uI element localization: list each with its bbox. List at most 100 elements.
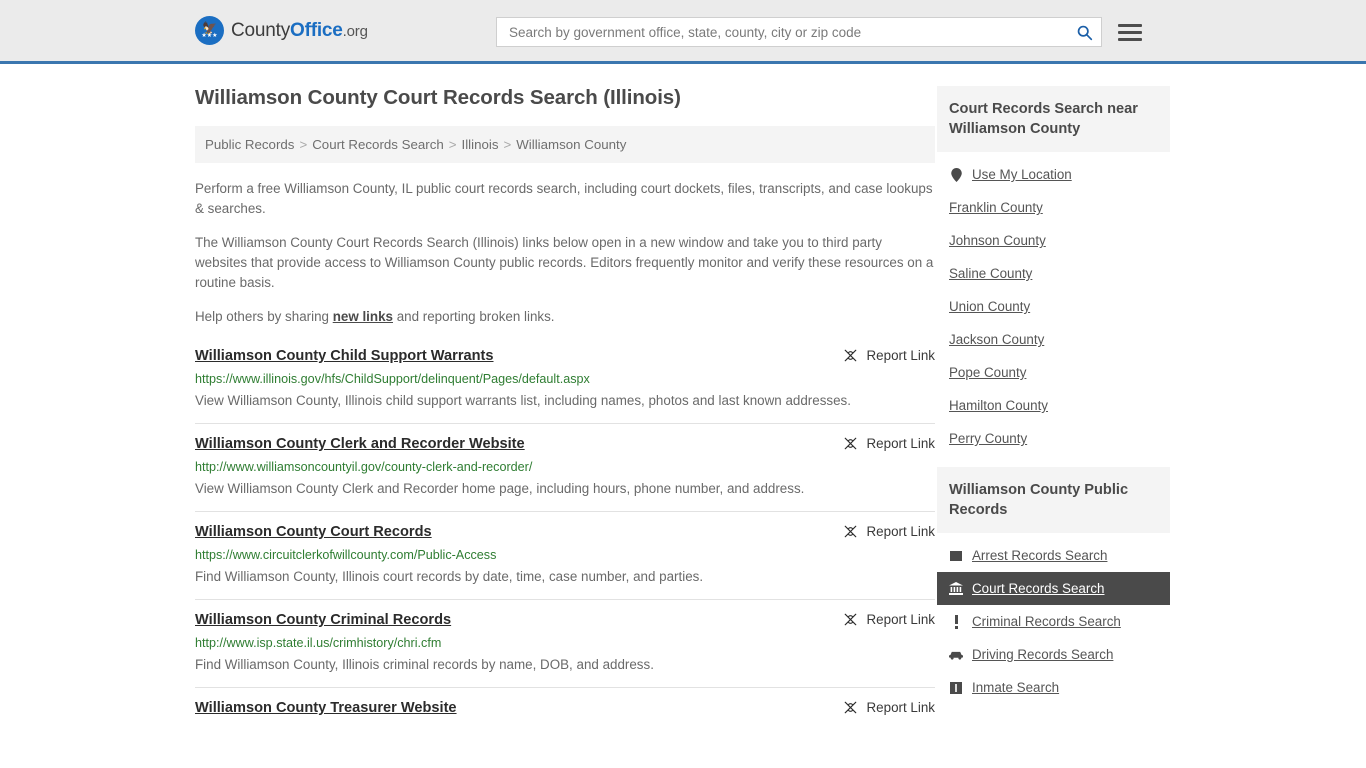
result-list: Williamson County Child Support Warrants…: [195, 341, 935, 733]
broken-link-icon: [844, 613, 856, 626]
courthouse-icon: [949, 582, 963, 596]
sidebar-item-label: Jackson County: [949, 332, 1045, 347]
sidebar-item-johnson-county[interactable]: Johnson County: [937, 224, 1170, 257]
result-url: http://www.isp.state.il.us/crimhistory/c…: [195, 636, 442, 650]
result-title-link[interactable]: Williamson County Treasurer Website: [195, 699, 457, 718]
sidebar-item-pope-county[interactable]: Pope County: [937, 356, 1170, 389]
table-row: Williamson County Child Support Warrants…: [195, 341, 935, 423]
search-icon[interactable]: [1073, 21, 1095, 43]
sidebar-item-label: Driving Records Search: [972, 647, 1114, 662]
breadcrumb: Public Records > Court Records Search > Illi…: [195, 126, 935, 163]
result-title-link[interactable]: Williamson County Clerk and Recorder Web…: [195, 435, 525, 454]
intro-paragraph-2: The Williamson County Court Records Sear…: [195, 235, 934, 290]
result-description: View Williamson County, Illinois child s…: [195, 393, 851, 408]
page-title: Williamson County Court Records Search (…: [195, 86, 681, 109]
breadcrumb-separator: >: [299, 137, 308, 152]
broken-link-icon: [844, 525, 856, 538]
report-link-label: Report Link: [866, 524, 935, 539]
table-row: Williamson County Clerk and Recorder Web…: [195, 423, 935, 511]
sidebar-item-use-my-location[interactable]: Use My Location: [937, 158, 1170, 191]
breadcrumb-item-illinois[interactable]: Illinois: [462, 137, 499, 152]
broken-link-icon: [844, 437, 856, 450]
page-body: Williamson County Court Records Search (…: [0, 64, 1366, 733]
intro-paragraph-3: Help others by sharing new links and rep…: [195, 307, 935, 327]
sidebar-item-label: Perry County: [949, 431, 1028, 446]
report-link-label: Report Link: [866, 700, 935, 715]
sidebar-item-inmate-search[interactable]: Inmate Search: [937, 671, 1170, 704]
main-column: Williamson County Court Records Search (…: [195, 86, 935, 733]
sidebar-item-label: Criminal Records Search: [972, 614, 1121, 629]
breadcrumb-item-williamson-county[interactable]: Williamson County: [516, 137, 626, 152]
sidebar-item-label: Johnson County: [949, 233, 1046, 248]
table-row: Williamson County Treasurer Website Repo…: [195, 687, 935, 733]
result-title-link[interactable]: Williamson County Criminal Records: [195, 611, 451, 630]
sidebar-item-label: Saline County: [949, 266, 1033, 281]
search-box[interactable]: [496, 17, 1102, 47]
sidebar-item-label: Pope County: [949, 365, 1027, 380]
intro-text: Perform a free Williamson County, IL pub…: [195, 179, 935, 327]
table-row: Williamson County Criminal Records Repor…: [195, 599, 935, 687]
sidebar-item-arrest-records-search[interactable]: Arrest Records Search: [937, 539, 1170, 572]
breadcrumb-separator: >: [503, 137, 512, 152]
table-row: Williamson County Court Records Report L…: [195, 511, 935, 599]
result-url: https://www.illinois.gov/hfs/ChildSuppor…: [195, 372, 590, 386]
breadcrumb-item-court-records-search[interactable]: Court Records Search: [312, 137, 444, 152]
public-records-panel: Williamson County Public Records Arrest …: [937, 467, 1170, 704]
intro-paragraph-1: Perform a free Williamson County, IL pub…: [195, 181, 933, 216]
report-link-button[interactable]: Report Link: [843, 611, 935, 627]
report-link-button[interactable]: Report Link: [843, 435, 935, 451]
car-icon: [949, 648, 963, 662]
report-link-button[interactable]: Report Link: [843, 699, 935, 715]
sidebar-item-franklin-county[interactable]: Franklin County: [937, 191, 1170, 224]
sidebar-item-union-county[interactable]: Union County: [937, 290, 1170, 323]
sidebar-item-jackson-county[interactable]: Jackson County: [937, 323, 1170, 356]
sidebar-item-label: Hamilton County: [949, 398, 1048, 413]
broken-link-icon: [844, 349, 856, 362]
public-records-panel-title: Williamson County Public Records: [937, 467, 1170, 533]
result-description: Find Williamson County, Illinois crimina…: [195, 657, 654, 672]
intro-paragraph-3-after: and reporting broken links.: [392, 309, 555, 324]
site-header: 🦅 ★★★ CountyOffice.org: [0, 0, 1366, 64]
report-link-button[interactable]: Report Link: [843, 523, 935, 539]
result-url: https://www.circuitclerkofwillcounty.com…: [195, 548, 497, 562]
intro-paragraph-3-before: Help others by sharing: [195, 309, 333, 324]
result-description: Find Williamson County, Illinois court r…: [195, 569, 704, 584]
result-description: View Williamson County Clerk and Recorde…: [195, 481, 805, 496]
sidebar-item-label: Inmate Search: [972, 680, 1060, 695]
result-title-link[interactable]: Williamson County Court Records: [195, 523, 432, 542]
sidebar-item-court-records-search[interactable]: Court Records Search: [937, 572, 1170, 605]
fingerprint-card-icon: [949, 549, 963, 563]
nearby-courts-panel: Court Records Search near Williamson Cou…: [937, 86, 1170, 455]
broken-link-icon: [844, 701, 856, 714]
site-logo[interactable]: 🦅 ★★★ CountyOffice.org: [195, 16, 368, 45]
sidebar-item-criminal-records-search[interactable]: Criminal Records Search: [937, 605, 1170, 638]
exclamation-icon: [949, 614, 963, 629]
sidebar-item-label: Arrest Records Search: [972, 548, 1108, 563]
new-links-link[interactable]: new links: [333, 309, 393, 324]
report-link-button[interactable]: Report Link: [843, 347, 935, 363]
sidebar-item-label: Union County: [949, 299, 1031, 314]
search-input[interactable]: [507, 19, 1073, 45]
sidebar-item-label: Court Records Search: [972, 581, 1105, 596]
jail-icon: [949, 681, 963, 695]
result-title-link[interactable]: Williamson County Child Support Warrants: [195, 347, 494, 366]
sidebar-item-label: Use My Location: [972, 167, 1072, 182]
sidebar-item-perry-county[interactable]: Perry County: [937, 422, 1170, 455]
sidebar-item-saline-county[interactable]: Saline County: [937, 257, 1170, 290]
public-records-list: Arrest Records Search Court Records Sear…: [937, 533, 1170, 704]
nearby-courts-panel-title: Court Records Search near Williamson Cou…: [937, 86, 1170, 152]
breadcrumb-item-public-records[interactable]: Public Records: [205, 137, 294, 152]
report-link-label: Report Link: [866, 348, 935, 363]
logo-text-office: Office: [290, 19, 343, 41]
sidebar-item-hamilton-county[interactable]: Hamilton County: [937, 389, 1170, 422]
eagle-seal-icon: 🦅 ★★★: [195, 16, 224, 45]
nearby-courts-list: Use My Location Franklin County Johnson …: [937, 152, 1170, 455]
report-link-label: Report Link: [866, 612, 935, 627]
breadcrumb-separator: >: [448, 137, 457, 152]
report-link-label: Report Link: [866, 436, 935, 451]
result-url: http://www.williamsoncountyil.gov/county…: [195, 460, 533, 474]
sidebar-item-driving-records-search[interactable]: Driving Records Search: [937, 638, 1170, 671]
sidebar: Court Records Search near Williamson Cou…: [937, 86, 1170, 733]
hamburger-menu-icon[interactable]: [1118, 23, 1142, 41]
map-pin-icon: [949, 167, 963, 182]
